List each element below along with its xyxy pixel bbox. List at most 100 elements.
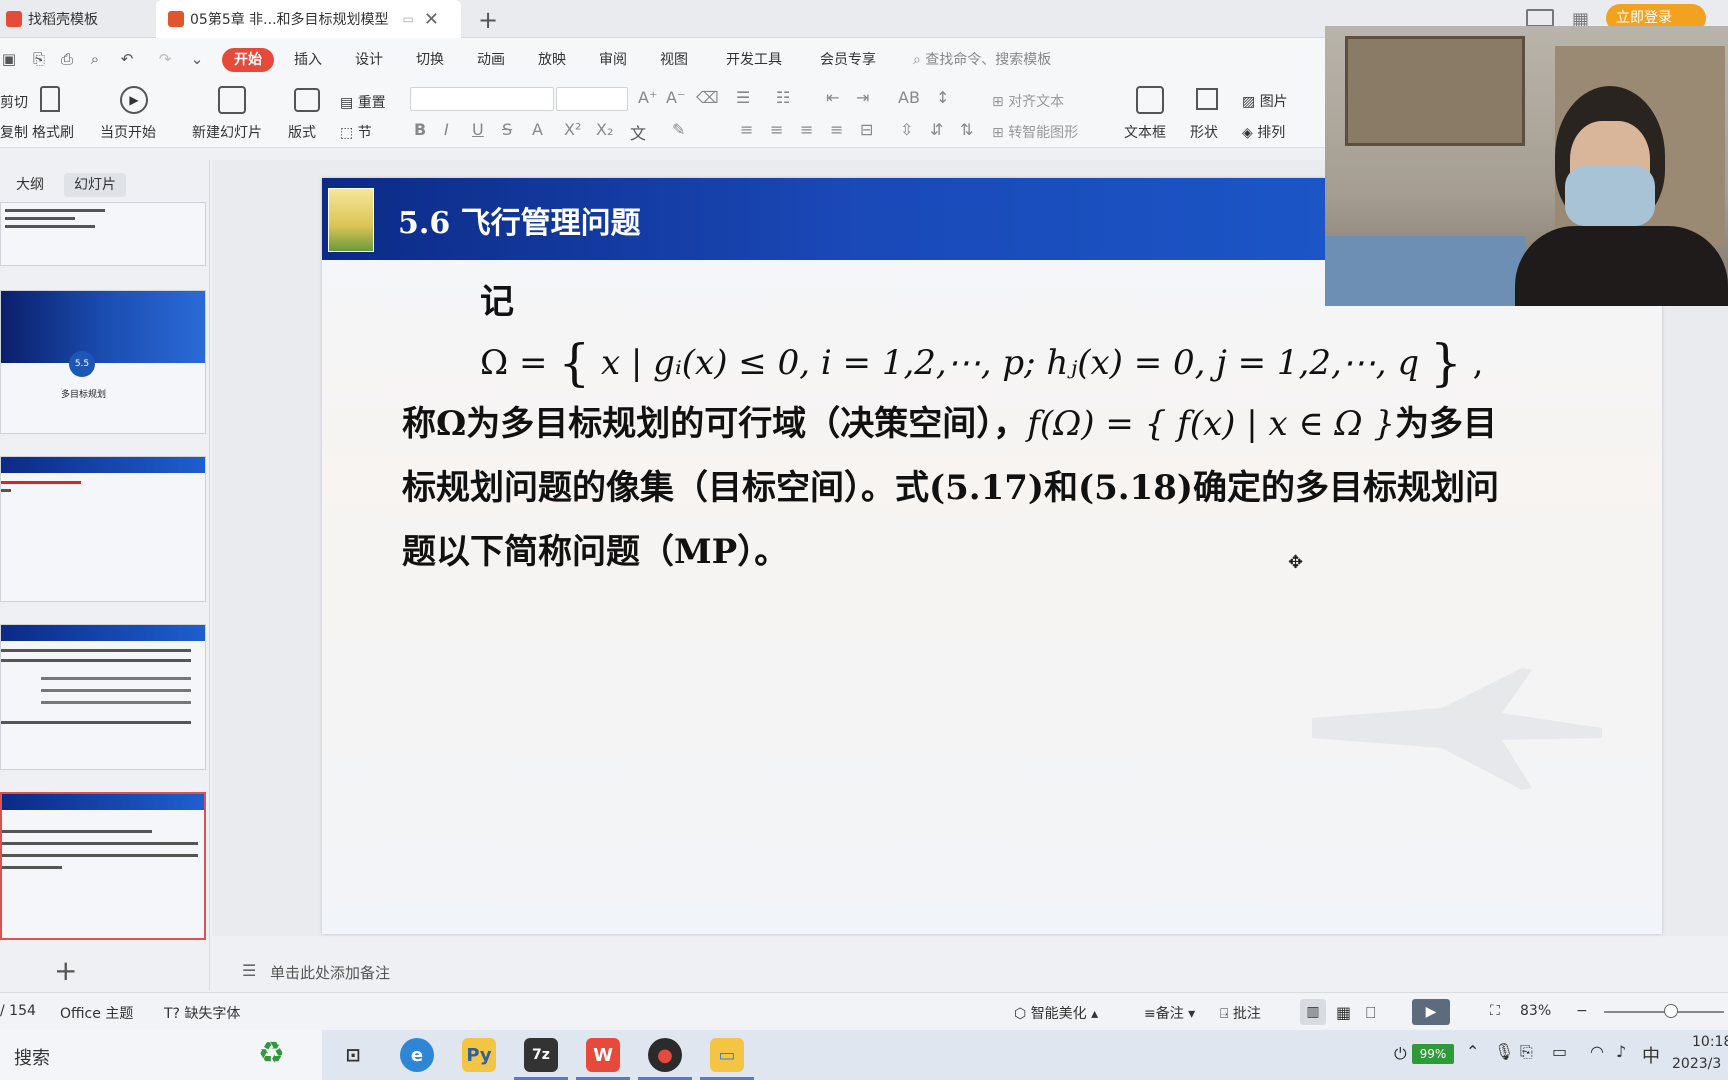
decrease-font-icon[interactable]: A⁻: [666, 88, 685, 107]
slide-paragraph-line[interactable]: 题以下简称问题（MP）。: [402, 524, 788, 573]
clear-format-icon[interactable]: ⌫: [696, 88, 719, 107]
slide-paragraph-line[interactable]: 称Ω为多目标规划的可行域（决策空间），f(Ω) = { f(x) | x ∈ Ω…: [402, 396, 1497, 445]
font-family-select[interactable]: [410, 87, 554, 111]
copy-button[interactable]: 复制: [0, 122, 28, 142]
picture-button[interactable]: ▨ 图片: [1242, 91, 1288, 111]
menu-member[interactable]: 会员专享: [820, 48, 876, 72]
save-icon[interactable]: ▣: [0, 50, 18, 68]
screen-recorder-icon[interactable]: ●: [648, 1038, 682, 1072]
volume-icon[interactable]: ♪: [1616, 1042, 1626, 1061]
bullets-icon[interactable]: ☰: [736, 88, 750, 107]
underline-icon[interactable]: U: [472, 120, 484, 139]
textbox-button[interactable]: 文本框: [1124, 122, 1166, 142]
section-button[interactable]: ⬚ 节: [340, 122, 372, 142]
align-left-icon[interactable]: ≡: [740, 120, 753, 139]
arrange-button[interactable]: ◈ 排列: [1242, 122, 1285, 142]
para-spacing-down-icon[interactable]: ⇵: [930, 120, 943, 139]
menu-transitions[interactable]: 切换: [416, 48, 444, 72]
7zip-icon[interactable]: 7z: [524, 1038, 558, 1072]
numbering-icon[interactable]: ☷: [776, 88, 790, 107]
font-size-select[interactable]: [556, 87, 628, 111]
file-explorer-icon[interactable]: ▭: [710, 1038, 744, 1072]
shape-button[interactable]: 形状: [1190, 122, 1218, 142]
italic-icon[interactable]: I: [444, 120, 449, 139]
wps-office-icon[interactable]: W: [586, 1038, 620, 1072]
slide-title[interactable]: 5.6 飞行管理问题: [398, 198, 641, 242]
python-icon[interactable]: Py: [462, 1038, 496, 1072]
play-from-current-button[interactable]: 当页开始: [100, 122, 156, 142]
smart-shape-button[interactable]: ⊞ 转智能图形: [992, 122, 1078, 142]
menu-review[interactable]: 审阅: [599, 48, 627, 72]
clock-date[interactable]: 2023/3: [1672, 1056, 1721, 1072]
add-slide-icon[interactable]: +: [54, 954, 77, 987]
increase-font-icon[interactable]: A⁺: [638, 88, 657, 107]
justify-icon[interactable]: ≡: [830, 120, 843, 139]
close-tab-icon[interactable]: ✕: [424, 9, 439, 30]
para-spacing-up-icon[interactable]: ⇅: [960, 120, 973, 139]
print-preview-icon[interactable]: ⌕: [86, 50, 104, 68]
menu-view[interactable]: 视图: [660, 48, 688, 72]
export-icon[interactable]: ⎘: [30, 50, 48, 68]
redo-icon[interactable]: ↷: [156, 50, 174, 68]
menu-insert[interactable]: 插入: [294, 48, 322, 72]
font-color-icon[interactable]: A: [532, 120, 543, 139]
superscript-icon[interactable]: X²: [564, 120, 581, 139]
new-slide-button[interactable]: 新建幻灯片: [192, 122, 262, 142]
slide-thumbnail[interactable]: [0, 456, 206, 602]
strikethrough-icon[interactable]: S: [502, 120, 512, 139]
command-search[interactable]: ⌕ 查找命令、搜索模板: [913, 48, 1051, 72]
line-spacing-icon[interactable]: ↕: [936, 88, 949, 107]
slide-text-note[interactable]: 记: [480, 274, 514, 323]
layout-button[interactable]: 版式: [288, 122, 316, 142]
bold-icon[interactable]: B: [414, 120, 426, 139]
wifi-icon[interactable]: ◠: [1590, 1042, 1604, 1061]
edge-browser-icon[interactable]: e: [400, 1038, 434, 1072]
smart-beautify-button[interactable]: ⬡ 智能美化 ▴: [1014, 1003, 1098, 1023]
slide-thumbnail[interactable]: 5.5 多目标规划: [0, 290, 206, 434]
align-right-icon[interactable]: ≡: [800, 120, 813, 139]
outdent-icon[interactable]: ⇤: [826, 88, 839, 107]
chevron-up-icon[interactable]: ⌃: [1466, 1042, 1479, 1061]
theme-name[interactable]: Office 主题: [60, 1003, 133, 1023]
omega-equation[interactable]: Ω = { x | gᵢ(x) ≤ 0, i = 1,2,⋯, p; hⱼ(x)…: [480, 334, 1483, 392]
slide-paragraph-line[interactable]: 标规划问题的像集（目标空间）。式(5.17)和(5.18)确定的多目标规划问: [402, 460, 1499, 509]
clock-time[interactable]: 10:18: [1692, 1034, 1728, 1050]
highlight-icon[interactable]: ✎: [672, 120, 685, 139]
camera-icon[interactable]: ⎘: [1520, 1042, 1533, 1062]
tab-slides[interactable]: 幻灯片: [64, 173, 126, 197]
slide-thumbnail[interactable]: [0, 202, 206, 266]
text-direction-icon[interactable]: AB: [898, 88, 920, 107]
power-plug-icon[interactable]: ⏻: [1394, 1044, 1407, 1064]
slide-thumbnail-selected[interactable]: [0, 792, 206, 940]
distribute-icon[interactable]: ⊟: [860, 120, 873, 139]
customize-chevron-icon[interactable]: ⌄: [188, 50, 206, 68]
normal-view-icon[interactable]: ▥: [1300, 999, 1326, 1025]
menu-design[interactable]: 设计: [355, 48, 383, 72]
format-painter-button[interactable]: 格式刷: [32, 122, 74, 142]
zoom-level[interactable]: 83%: [1520, 1003, 1551, 1019]
subscript-icon[interactable]: X₂: [596, 120, 613, 139]
reading-view-icon[interactable]: ⎕: [1366, 1003, 1376, 1023]
paragraph-spacing-icon[interactable]: ⇳: [900, 120, 913, 139]
input-method-indicator[interactable]: 中: [1642, 1042, 1660, 1068]
tab-current-document[interactable]: 05第5章 非...和多目标规划模型 ▭ ✕: [156, 0, 461, 38]
taskbar-search-box[interactable]: 搜索 ♻: [0, 1030, 322, 1080]
battery-badge[interactable]: 99%: [1412, 1044, 1454, 1064]
monitor-icon[interactable]: ▭: [403, 12, 414, 26]
battery-icon[interactable]: ▭: [1552, 1042, 1567, 1061]
print-icon[interactable]: ⎙: [58, 50, 76, 68]
phonetic-icon[interactable]: 文: [630, 120, 646, 144]
microphone-icon[interactable]: 🎙: [1494, 1042, 1514, 1061]
comments-button[interactable]: ⍈ 批注: [1220, 1003, 1261, 1023]
task-view-icon[interactable]: ⊡: [336, 1038, 370, 1072]
slide-thumbnail[interactable]: [0, 624, 206, 770]
slide-sorter-icon[interactable]: ▦: [1336, 1003, 1351, 1022]
indent-icon[interactable]: ⇥: [856, 88, 869, 107]
zoom-slider-thumb[interactable]: [1664, 1004, 1678, 1018]
align-text-button[interactable]: ⊞ 对齐文本: [992, 91, 1064, 111]
reset-button[interactable]: ▤ 重置: [340, 92, 386, 112]
new-tab-icon[interactable]: +: [478, 6, 498, 34]
cut-button[interactable]: 剪切: [0, 92, 28, 112]
window-layout-icon[interactable]: [1526, 9, 1554, 27]
align-center-icon[interactable]: ≡: [770, 120, 783, 139]
